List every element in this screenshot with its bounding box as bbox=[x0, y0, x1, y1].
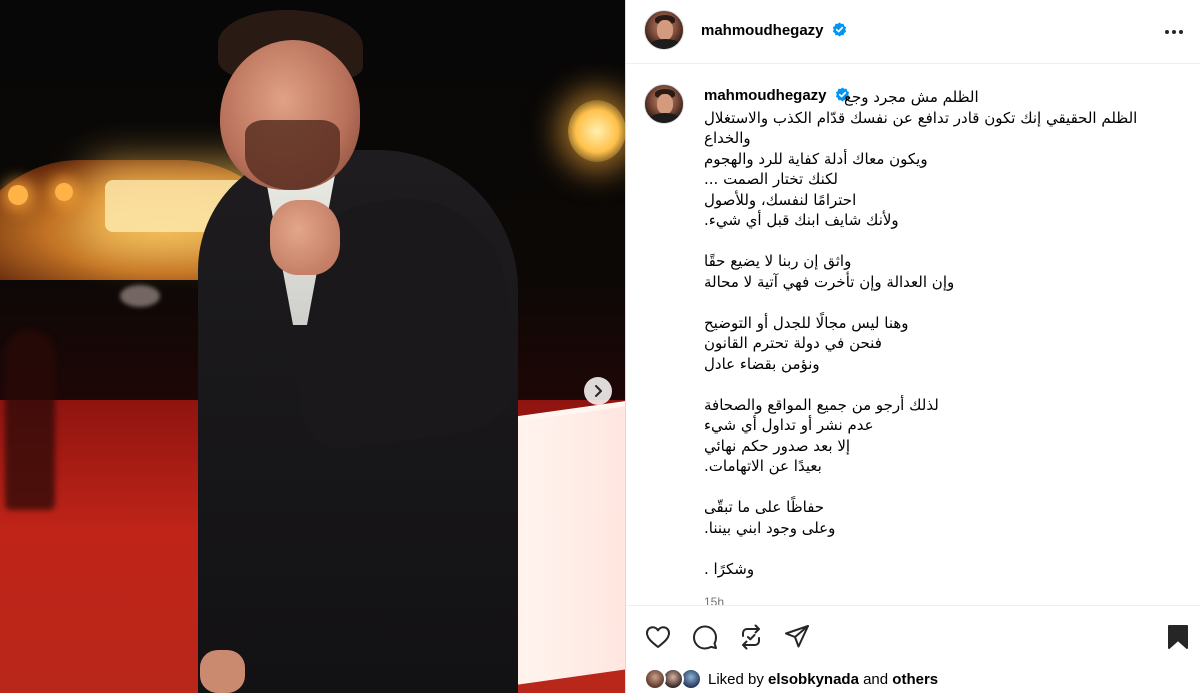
caption-line: إلا بعد صدور حكم نهائي bbox=[704, 436, 851, 455]
likes-others-link[interactable]: others bbox=[892, 671, 938, 688]
post-actions-bar bbox=[626, 605, 1200, 665]
person-beard bbox=[245, 120, 340, 190]
caption-line: فنحن في دولة تحترم القانون bbox=[704, 334, 882, 352]
background-light bbox=[55, 183, 73, 201]
background-person bbox=[5, 330, 55, 510]
caption-line bbox=[704, 374, 1164, 395]
caption-line bbox=[704, 292, 1164, 313]
likes-prefix: Liked by bbox=[708, 671, 764, 688]
background-light bbox=[120, 285, 160, 307]
send-icon bbox=[785, 625, 809, 648]
background-light bbox=[8, 185, 28, 205]
post-timestamp[interactable]: 15h bbox=[704, 595, 724, 605]
caption-area: mahmoudhegazy الظلم مش مجرد وجع الظلم الح… bbox=[626, 65, 1200, 605]
post-header: mahmoudhegazy bbox=[626, 0, 1200, 64]
post-side-panel: mahmoudhegazy mahmoudhegazy الظلم مش مجر… bbox=[625, 0, 1200, 693]
caption-line: ولأنك شايف ابنك قبل أي شيء. bbox=[704, 211, 899, 229]
likes-text: Liked by elsobkynada and others bbox=[708, 671, 938, 688]
repost-button[interactable] bbox=[737, 623, 765, 651]
caption-line: لذلك أرجو من جميع المواقع والصحافة bbox=[704, 395, 939, 414]
caption-line: الظلم مش مجرد وجع bbox=[844, 88, 979, 106]
verified-badge-icon bbox=[832, 22, 846, 37]
caption-line: ويكون معاك أدلة كفاية للرد والهجوم bbox=[704, 149, 928, 168]
caption-line bbox=[704, 231, 1164, 252]
caption-line: والخداع bbox=[704, 129, 751, 147]
bookmark-icon bbox=[1168, 625, 1188, 649]
caption-line: لكنك تختار الصمت ... bbox=[704, 170, 838, 188]
header-username[interactable]: mahmoudhegazy bbox=[701, 22, 847, 39]
caption-text: الظلم مش مجرد وجع الظلم الحقيقي إنك تكون … bbox=[704, 87, 1164, 579]
like-button[interactable] bbox=[644, 623, 672, 651]
caption-line: وهنا ليس مجالًا للجدل أو التوضيح bbox=[704, 313, 909, 332]
username-text[interactable]: mahmoudhegazy bbox=[701, 22, 824, 39]
save-button[interactable] bbox=[1164, 623, 1192, 651]
more-options-button[interactable] bbox=[1162, 20, 1186, 44]
caption-line: واثق إن ربنا لا يضيع حقًا bbox=[704, 252, 852, 270]
person-hand bbox=[270, 200, 340, 275]
chevron-right-icon bbox=[595, 385, 602, 397]
caption-line bbox=[704, 477, 1164, 498]
more-horizontal-icon bbox=[1165, 30, 1183, 34]
liker-username[interactable]: elsobkynada bbox=[768, 671, 859, 688]
caption-avatar[interactable] bbox=[644, 84, 684, 124]
liker-avatar[interactable] bbox=[644, 668, 666, 690]
caption-line: وعلى وجود ابني بيننا. bbox=[704, 518, 836, 537]
person-lower-hand bbox=[200, 650, 245, 693]
repost-icon bbox=[742, 624, 760, 650]
likes-summary: Liked by elsobkynada and others bbox=[626, 665, 1200, 693]
caption-line: وإن العدالة وإن تأخرت فهي آتية لا محالة bbox=[704, 272, 955, 291]
background-lamp bbox=[568, 100, 625, 162]
share-button[interactable] bbox=[783, 623, 811, 651]
caption-line: وشكرًا . bbox=[704, 559, 755, 578]
comment-button[interactable] bbox=[691, 623, 719, 651]
post-photo[interactable] bbox=[0, 0, 625, 693]
caption-line: ونؤمن بقضاء عادل bbox=[704, 354, 820, 373]
caption-line: احترامًا لنفسك، وللأصول bbox=[704, 190, 857, 209]
caption-line: بعيدًا عن الاتهامات. bbox=[704, 457, 822, 475]
heart-icon bbox=[646, 626, 670, 648]
caption-line: حفاظًا على ما تبقّى bbox=[704, 498, 825, 516]
caption-line bbox=[704, 538, 1164, 559]
carousel-next-button[interactable] bbox=[584, 377, 612, 405]
caption-line: الظلم الحقيقي إنك تكون قادر تدافع عن نفس… bbox=[704, 108, 1138, 127]
caption-line: عدم نشر أو تداول أي شيء bbox=[704, 416, 874, 434]
comment-icon bbox=[693, 625, 717, 650]
likes-conjunction: and bbox=[863, 671, 889, 688]
avatar[interactable] bbox=[644, 10, 684, 50]
